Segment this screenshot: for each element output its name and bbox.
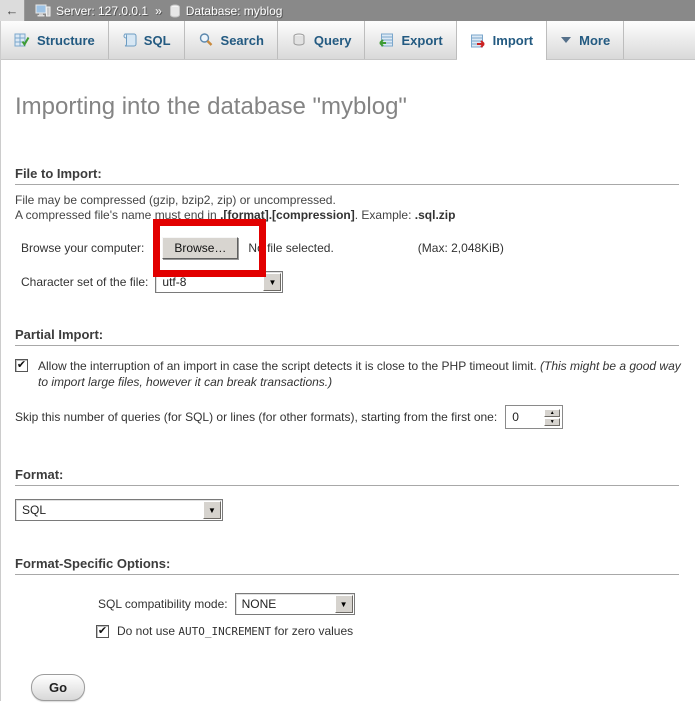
auto-increment-code: AUTO_INCREMENT: [178, 625, 271, 638]
charset-row: Character set of the file: utf-8: [15, 271, 681, 293]
sql-compatibility-value: NONE: [236, 597, 334, 611]
max-upload-size: (Max: 2,048KiB): [418, 241, 504, 255]
section-heading-file-to-import: File to Import:: [15, 166, 679, 185]
breadcrumb-server[interactable]: Server: 127.0.0.1: [56, 4, 148, 18]
allow-interrupt-label: Allow the interruption of an import in c…: [38, 358, 681, 390]
tab-label: More: [579, 33, 610, 48]
skip-queries-value: 0: [506, 410, 544, 424]
allow-interrupt-checkbox[interactable]: [15, 359, 28, 372]
stepper-down-icon[interactable]: [544, 418, 560, 426]
export-icon: [378, 32, 394, 48]
import-page: Importing into the database "myblog" Fil…: [1, 93, 695, 701]
auto-increment-row: Do not use AUTO_INCREMENT for zero value…: [15, 624, 681, 638]
sql-icon: [122, 32, 137, 48]
allow-interrupt-text: Allow the interruption of an import in c…: [38, 359, 537, 373]
tab-label: Query: [314, 33, 352, 48]
import-icon: [470, 33, 486, 49]
tab-label: Structure: [37, 33, 95, 48]
charset-label: Character set of the file:: [21, 275, 148, 289]
breadcrumb-bar: ← Server: 127.0.0.1 » Database: myblog: [0, 0, 695, 21]
sql-compatibility-row: SQL compatibility mode: NONE: [15, 592, 681, 616]
compression-line: File may be compressed (gzip, bzip2, zip…: [15, 193, 681, 208]
naming-rule-mid: . Example:: [355, 208, 415, 222]
section-heading-format-options: Format-Specific Options:: [15, 556, 679, 575]
tab-sql[interactable]: SQL: [109, 21, 185, 59]
format-selected-value: SQL: [16, 503, 202, 517]
dropdown-arrow-icon[interactable]: [335, 595, 353, 613]
tab-label: Export: [401, 33, 442, 48]
browse-label: Browse your computer:: [21, 241, 144, 255]
tab-bar: Structure SQL Search Query Export Import: [1, 21, 695, 60]
back-button[interactable]: ←: [0, 0, 25, 21]
sql-compatibility-label: SQL compatibility mode:: [98, 597, 228, 611]
breadcrumb-separator: »: [155, 4, 162, 18]
tab-search[interactable]: Search: [185, 21, 278, 59]
stepper-buttons: [544, 409, 560, 426]
charset-selected-value: utf-8: [156, 275, 262, 289]
auto-increment-checkbox[interactable]: [96, 625, 109, 638]
chevron-down-icon: [560, 36, 572, 44]
phpmyadmin-window: ← Server: 127.0.0.1 » Database: myblog S…: [0, 0, 695, 716]
no-file-selected-text: No file selected.: [248, 241, 333, 255]
sql-compatibility-select[interactable]: NONE: [235, 593, 355, 615]
allow-interrupt-row: Allow the interruption of an import in c…: [15, 358, 681, 390]
auto-increment-suffix: for zero values: [271, 624, 353, 638]
tab-more[interactable]: More: [547, 21, 624, 59]
page-frame: Structure SQL Search Query Export Import: [0, 21, 695, 701]
tab-query[interactable]: Query: [278, 21, 366, 59]
dropdown-arrow-icon[interactable]: [263, 273, 281, 291]
tab-structure[interactable]: Structure: [1, 21, 109, 59]
file-upload-row: Browse your computer: Browse… No file se…: [15, 236, 681, 260]
tab-label: SQL: [144, 33, 171, 48]
dropdown-arrow-icon[interactable]: [203, 501, 221, 519]
tab-label: Search: [221, 33, 264, 48]
naming-rule-line: A compressed file's name must end in .[f…: [15, 208, 681, 223]
tab-import[interactable]: Import: [457, 21, 547, 60]
auto-increment-label: Do not use AUTO_INCREMENT for zero value…: [117, 624, 353, 638]
stepper-up-icon[interactable]: [544, 409, 560, 417]
naming-rule-example: .sql.zip: [415, 208, 456, 222]
tab-label: Import: [493, 33, 533, 48]
search-icon: [198, 32, 214, 48]
query-icon: [291, 32, 307, 48]
breadcrumb-database[interactable]: Database: myblog: [186, 4, 283, 18]
section-heading-format: Format:: [15, 467, 679, 486]
naming-rule-pattern: .[format].[compression]: [220, 208, 355, 222]
database-icon: [169, 4, 181, 18]
go-button[interactable]: Go: [31, 674, 85, 701]
page-title: Importing into the database "myblog": [15, 93, 681, 121]
charset-select[interactable]: utf-8: [155, 271, 283, 293]
tab-export[interactable]: Export: [365, 21, 456, 59]
skip-queries-row: Skip this number of queries (for SQL) or…: [15, 405, 681, 429]
section-heading-partial-import: Partial Import:: [15, 327, 679, 346]
auto-increment-prefix: Do not use: [117, 624, 178, 638]
server-icon: [35, 4, 51, 18]
breadcrumb: Server: 127.0.0.1 » Database: myblog: [35, 4, 282, 18]
compression-notes: File may be compressed (gzip, bzip2, zip…: [15, 193, 681, 223]
skip-queries-label: Skip this number of queries (for SQL) or…: [15, 410, 497, 424]
browse-button[interactable]: Browse…: [162, 237, 238, 259]
naming-rule-prefix: A compressed file's name must end in: [15, 208, 220, 222]
format-select[interactable]: SQL: [15, 499, 223, 521]
structure-icon: [14, 32, 30, 48]
skip-queries-stepper[interactable]: 0: [505, 405, 563, 429]
